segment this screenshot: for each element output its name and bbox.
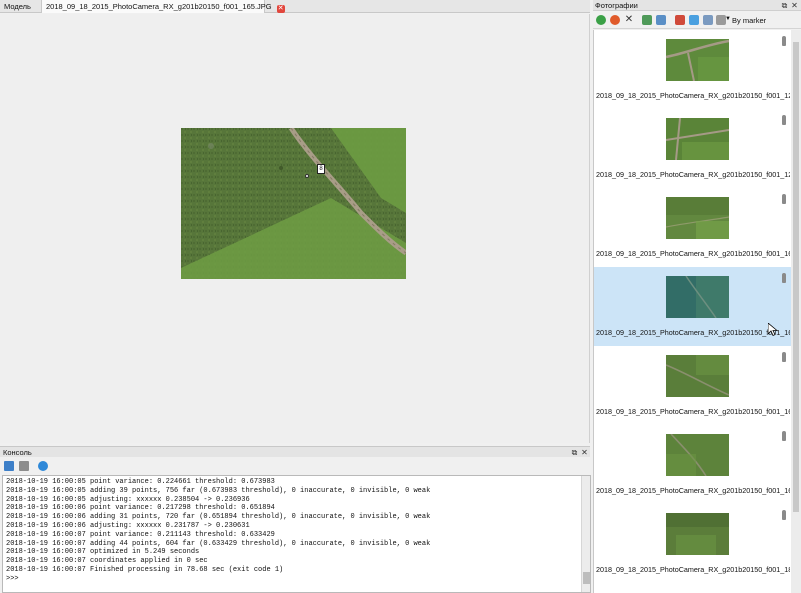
photo-filename: 2018_09_18_2015_PhotoCamera_RX_g201b2015…	[596, 486, 790, 495]
photo-list-item[interactable]: 2018_09_18_2015_PhotoCamera_RX_g201b2015…	[594, 30, 791, 109]
console-scrollbar[interactable]	[581, 476, 590, 592]
console-panel-header: Консоль ⧉ ✕	[0, 446, 590, 457]
photo-thumbnail[interactable]	[666, 39, 729, 81]
photo-list-item[interactable]: 2018_09_18_2015_PhotoCamera_RX_g201b2015…	[594, 425, 791, 504]
tab-model-label: Модель	[4, 2, 31, 11]
photos-list[interactable]: 2018_09_18_2015_PhotoCamera_RX_g201b2015…	[593, 30, 791, 593]
pin-icon	[782, 273, 786, 283]
photos-scrollbar[interactable]	[791, 30, 801, 593]
photo-filename: 2018_09_18_2015_PhotoCamera_RX_g201b2015…	[596, 328, 790, 337]
remove-icon[interactable]: ✕	[624, 15, 634, 25]
photo-filename: 2018_09_18_2015_PhotoCamera_RX_g201b2015…	[596, 565, 790, 574]
photo-thumbnail[interactable]	[666, 355, 729, 397]
markers-icon[interactable]	[675, 15, 685, 25]
filter-points-icon[interactable]	[656, 15, 666, 25]
image-icon[interactable]	[689, 15, 699, 25]
reject-icon[interactable]	[610, 15, 620, 25]
pin-icon	[782, 115, 786, 125]
photo-thumbnail[interactable]	[666, 118, 729, 160]
pin-icon	[782, 194, 786, 204]
save-log-icon[interactable]	[4, 461, 14, 471]
console-log[interactable]: 2018-10-19 16:00:05 point variance: 0.22…	[2, 475, 591, 593]
photos-scrollbar-thumb[interactable]	[793, 42, 799, 512]
photo-list-item[interactable]: 2018_09_18_2015_PhotoCamera_RX_g201b2015…	[594, 267, 791, 346]
photo-list-item[interactable]: 2018_09_18_2015_PhotoCamera_RX_g201b2015…	[594, 504, 791, 583]
photo-filename: 2018_09_18_2015_PhotoCamera_RX_g201b2015…	[596, 407, 790, 416]
photos-toolbar: ✕ ▼ By marker	[593, 12, 801, 29]
photo-list-item[interactable]: 2018_09_18_2015_PhotoCamera_RX_g201b2015…	[594, 109, 791, 188]
tab-model[interactable]: Модель	[0, 0, 40, 13]
photo-list-item[interactable]: 2018_09_18_2015_PhotoCamera_RX_g201b2015…	[594, 188, 791, 267]
clear-log-icon[interactable]	[19, 461, 29, 471]
console-toolbar	[0, 458, 590, 474]
marker-point[interactable]	[305, 174, 309, 178]
photo-thumbnail[interactable]	[666, 276, 729, 318]
console-log-text: 2018-10-19 16:00:05 point variance: 0.22…	[6, 478, 431, 583]
photo-thumbnail[interactable]	[666, 434, 729, 476]
console-scrollbar-thumb[interactable]	[583, 572, 590, 584]
photo-filename: 2018_09_18_2015_PhotoCamera_RX_g201b2015…	[596, 91, 790, 100]
pin-icon	[782, 431, 786, 441]
float-pane-icon[interactable]: ⧉	[570, 448, 579, 457]
document-tab-bar: Модель 2018_09_18_2015_PhotoCamera_RX_g2…	[0, 0, 590, 13]
photo-list-item[interactable]: 2018_09_18_2015_PhotoCamera_RX_g201b2015…	[594, 346, 791, 425]
pin-icon	[782, 36, 786, 46]
close-icon[interactable]: ✕	[276, 5, 285, 13]
pin-icon	[782, 352, 786, 362]
float-pane-icon[interactable]: ⧉	[780, 1, 789, 10]
tab-photo-image[interactable]: 2018_09_18_2015_PhotoCamera_RX_g201b2015…	[41, 0, 285, 13]
aerial-photo[interactable]	[181, 128, 406, 279]
run-script-icon[interactable]	[38, 461, 48, 471]
checkerboard-icon[interactable]	[703, 15, 713, 25]
filter-photos-icon[interactable]	[642, 15, 652, 25]
photo-thumbnail[interactable]	[666, 513, 729, 555]
marker-flag[interactable]: 8	[317, 164, 325, 174]
photo-thumbnail[interactable]	[666, 197, 729, 239]
accept-icon[interactable]	[596, 15, 606, 25]
close-pane-icon[interactable]: ✕	[580, 448, 589, 457]
sort-mode-dropdown[interactable]: By marker	[732, 16, 766, 25]
console-title: Консоль	[3, 448, 32, 457]
photos-panel-header: Фотографии ⧉ ✕	[593, 0, 801, 11]
aerial-photo-image	[181, 128, 406, 279]
chevron-down-icon[interactable]: ▼	[725, 16, 731, 22]
photo-filename: 2018_09_18_2015_PhotoCamera_RX_g201b2015…	[596, 170, 790, 179]
tab-photo-label: 2018_09_18_2015_PhotoCamera_RX_g201b2015…	[46, 2, 272, 11]
photo-filename: 2018_09_18_2015_PhotoCamera_RX_g201b2015…	[596, 249, 790, 258]
close-pane-icon[interactable]: ✕	[790, 1, 799, 10]
photos-title: Фотографии	[595, 1, 638, 10]
pin-icon	[782, 510, 786, 520]
mouse-cursor-icon	[768, 323, 778, 336]
